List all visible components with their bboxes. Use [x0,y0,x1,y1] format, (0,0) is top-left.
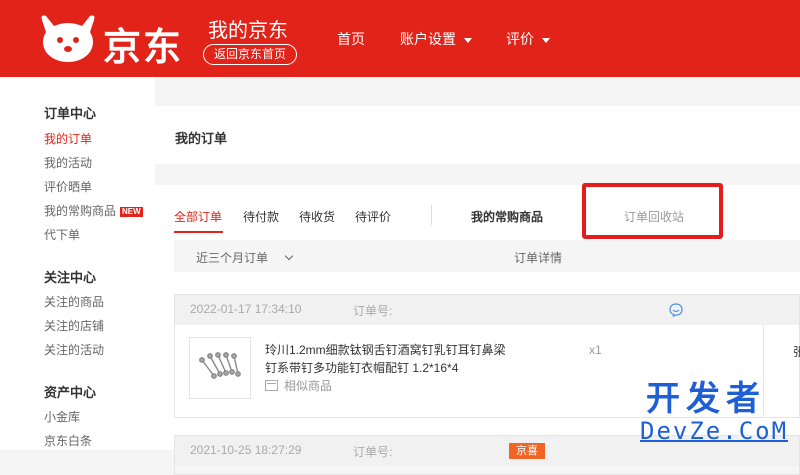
nav-account-settings[interactable]: 账户设置 [400,29,472,49]
tab-pending-payment[interactable]: 待付款 [243,208,279,225]
product-name-link[interactable]: 玲川1.2mm细款钛钢舌钉酒窝钉乳钉耳钉鼻梁钉系带钉多功能钉衣帽配钉 1.2*1… [265,341,515,377]
sidebar-item-my-activities[interactable]: 我的活动 [44,154,92,171]
sidebar: 订单中心 我的订单 我的活动 评价晒单 我的常购商品 NEW 代下单 关注中心 关… [0,77,155,450]
back-home-button[interactable]: 返回京东首页 [203,44,298,65]
recipient-name: 张 [793,345,800,359]
piercing-product-image [199,352,241,379]
nav-reviews[interactable]: 评价 [506,29,550,49]
sidebar-item-jd-baitiao[interactable]: 京东白条 [44,432,92,449]
shop-tag-badge: 京喜 [509,443,545,459]
top-header: 京东 我的京东 返回京东首页 首页 账户设置 评价 [0,0,800,77]
sidebar-item-proxy-order[interactable]: 代下单 [44,226,80,243]
sidebar-item-small-vault[interactable]: 小金库 [44,408,80,425]
caret-down-icon [464,37,472,43]
page-title-panel: 我的订单 [155,106,800,164]
tab-divider [431,205,432,225]
sidebar-item-reviews[interactable]: 评价晒单 [44,178,92,195]
tab-pending-review[interactable]: 待评价 [355,208,391,225]
time-range-label: 近三个月订单 [196,251,269,265]
quantity: x1 [589,343,602,357]
sidebar-group-title: 资产中心 [44,385,97,400]
site-title[interactable]: 我的京东 [208,14,288,43]
time-range-select[interactable]: 近三个月订单 [196,249,294,266]
nav-account-settings-label: 账户设置 [400,31,456,47]
similar-label: 相似商品 [284,379,333,393]
sidebar-group-title: 关注中心 [44,270,97,285]
devze-watermark: 开发者 DevZe.CoM [640,381,800,445]
new-badge: NEW [120,207,143,217]
order-date: 2021-10-25 18:27:29 [190,443,302,457]
chat-service-icon[interactable] [669,303,683,317]
sidebar-item-followed-products[interactable]: 关注的商品 [44,293,104,310]
tab-all-orders[interactable]: 全部订单 [174,208,222,225]
order-number-label: 订单号: [353,304,393,318]
caret-down-icon [542,37,550,43]
sidebar-item-followed-stores[interactable]: 关注的店铺 [44,317,104,334]
sidebar-item-label: 我的常购商品 [44,204,117,218]
highlight-annotation-box [582,183,723,239]
nav-home[interactable]: 首页 [337,29,365,49]
order-header: 2022-01-17 17:34:10 订单号: [175,295,799,325]
similar-box-icon [265,380,278,391]
product-thumbnail[interactable] [189,337,251,399]
order-detail-header: 订单详情 [514,251,563,265]
watermark-cn-text: 开发者 [646,379,766,419]
order-date: 2022-01-17 17:34:10 [190,302,302,316]
orders-table-header: 近三个月订单 订单详情 [174,240,800,272]
active-tab-underline [174,231,223,233]
page-title: 我的订单 [175,131,228,146]
watermark-en-text: DevZe.CoM [640,417,789,445]
jd-logo-text[interactable]: 京东 [103,16,183,71]
tab-frequent-products[interactable]: 我的常购商品 [471,208,543,225]
nav-home-label: 首页 [337,31,365,47]
sidebar-item-frequent-products[interactable]: 我的常购商品 NEW [44,202,143,219]
order-number-label: 订单号: [353,445,393,459]
sidebar-item-my-orders[interactable]: 我的订单 [44,130,92,147]
chevron-down-icon [284,251,294,261]
tab-pending-receipt[interactable]: 待收货 [299,208,335,225]
sidebar-item-followed-activities[interactable]: 关注的活动 [44,341,104,358]
sidebar-group-title: 订单中心 [44,106,97,121]
jd-dog-logo-icon[interactable] [38,12,98,64]
similar-products-link[interactable]: 相似商品 [265,377,332,394]
nav-reviews-label: 评价 [506,31,534,47]
